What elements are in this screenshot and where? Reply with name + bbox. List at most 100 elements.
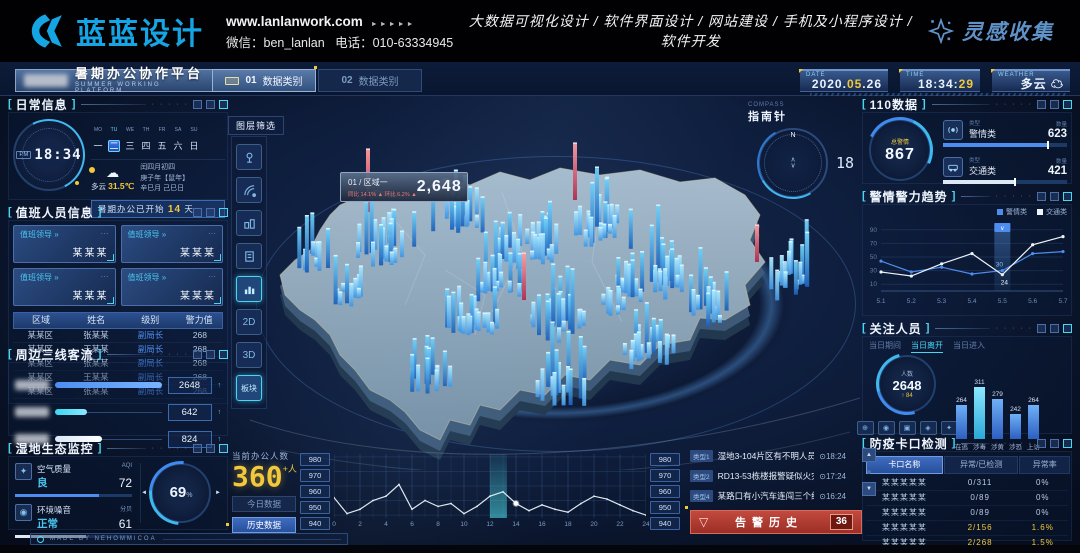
minimize-icon[interactable] <box>1037 439 1046 448</box>
gauge-unit: % <box>186 492 192 499</box>
expand-icon[interactable] <box>1063 324 1072 333</box>
expand-icon[interactable] <box>1063 100 1072 109</box>
weekday[interactable]: FR <box>155 118 169 136</box>
expand-icon[interactable] <box>219 100 228 109</box>
building-layer-icon[interactable] <box>236 210 262 236</box>
maximize-icon[interactable] <box>206 100 215 109</box>
type-count: 421 <box>1048 165 1067 177</box>
maximize-icon[interactable] <box>206 444 215 453</box>
minimize-icon[interactable] <box>193 444 202 453</box>
alert-history-banner[interactable]: ▽ 告警历史 36 <box>690 510 862 534</box>
mode-3d-button[interactable]: 3D <box>236 342 262 368</box>
weekday[interactable]: TH <box>139 118 153 136</box>
maximize-icon[interactable] <box>1050 324 1059 333</box>
maximize-icon[interactable] <box>1050 192 1059 201</box>
weekday[interactable]: 二 <box>107 136 121 154</box>
tab-data-category-2[interactable]: 02 数据类别 <box>318 69 422 92</box>
history-data-button[interactable]: 历史数据 <box>232 517 296 533</box>
minimize-icon[interactable] <box>193 208 202 217</box>
corner-mark <box>799 69 803 73</box>
lanlan-logo-icon <box>26 11 66 51</box>
expand-icon[interactable] <box>219 208 228 217</box>
location-icon[interactable]: ⊕ <box>857 421 874 435</box>
header-line <box>932 104 990 105</box>
chart-layer-icon[interactable] <box>236 276 262 302</box>
minimize-icon[interactable] <box>193 350 202 359</box>
maximize-icon[interactable] <box>206 350 215 359</box>
website-link[interactable]: www.lanlanwork.com <box>226 14 363 29</box>
compass-dial[interactable]: N ∧∨ <box>758 128 828 198</box>
weekday[interactable]: 六 <box>171 136 185 154</box>
weekday[interactable]: WE <box>123 118 137 136</box>
temperature: 31.5℃ <box>108 181 134 191</box>
scroll-thumb[interactable] <box>867 470 871 474</box>
scroll-down-icon[interactable]: ▼ <box>862 482 876 496</box>
passenger-bar <box>55 382 162 388</box>
panel-daily-info: [ 日常信息 ] · · · · · PM 18:34 MOTUWETHFRSA… <box>8 96 228 200</box>
expand-icon[interactable] <box>1063 192 1072 201</box>
alert-row[interactable]: 类型1湿地3-104片区有不明人员闯入⊙18:24 <box>690 448 846 464</box>
duty-leader-card: 值班领导 »···某某某 <box>13 225 116 263</box>
header-line <box>107 354 145 355</box>
duty-role: 值班领导 » <box>128 272 167 283</box>
alert-row[interactable]: 类型2RD13-53栋楼报警疑似火灾⊙17:24 <box>690 468 846 484</box>
focus-tab[interactable]: 当日离开 <box>911 340 943 353</box>
minimize-icon[interactable] <box>1037 100 1046 109</box>
weekday[interactable]: MO <box>91 118 105 136</box>
bar-value: 242 <box>1010 406 1021 413</box>
person-icon[interactable]: ◉ <box>878 421 895 435</box>
card-options-icon[interactable]: ··· <box>101 272 109 283</box>
scroll-up-icon[interactable]: ▲ <box>862 448 876 462</box>
alert-row[interactable]: 类型4某路口有小汽车连闯三个红灯⊙16:24 <box>690 488 846 504</box>
mode-2d-button[interactable]: 2D <box>236 309 262 335</box>
passenger-bars: 2648↑642↑824↑ <box>8 362 228 436</box>
weekday[interactable]: SU <box>187 118 201 136</box>
focus-tab[interactable]: 当日进入 <box>953 340 985 353</box>
minimize-icon[interactable] <box>1037 192 1046 201</box>
checkpoint-name-tab[interactable]: 卡口名称 <box>866 456 943 474</box>
weekday[interactable]: SA <box>171 118 185 136</box>
weekday[interactable]: 三 <box>123 136 137 154</box>
poi-layer-icon[interactable] <box>236 144 262 170</box>
weekday[interactable]: 五 <box>155 136 169 154</box>
expand-icon[interactable] <box>1063 439 1072 448</box>
weekday[interactable]: 一 <box>91 136 105 154</box>
doc-layer-icon[interactable] <box>236 243 262 269</box>
xaxis-tick: 20 <box>590 521 597 528</box>
weekday[interactable]: TU <box>107 118 121 136</box>
tab-data-category-1[interactable]: 01 数据类别 <box>212 69 316 92</box>
today-data-button[interactable]: 今日数据 <box>232 496 296 512</box>
alert-history-label: 告警历史 <box>716 514 822 530</box>
tooltip-yoy: 同比 14.1% ▲ <box>348 192 383 198</box>
alert-type-badge: 类型2 <box>690 470 713 482</box>
duty-cell: 张某某 <box>68 329 125 342</box>
focus-tab[interactable]: 当日期间 <box>869 340 901 353</box>
dots-decor: · · · · · <box>152 101 189 108</box>
case-icon[interactable]: ◈ <box>920 421 937 435</box>
expand-icon[interactable] <box>219 444 228 453</box>
noise-label: 环境噪音 <box>37 504 71 516</box>
office-xaxis: 024681012141618202224 <box>334 521 646 531</box>
card-options-icon[interactable]: ··· <box>208 272 216 283</box>
duty-name: 某某某 <box>128 244 217 259</box>
maximize-icon[interactable] <box>1050 439 1059 448</box>
card-options-icon[interactable]: ··· <box>101 229 109 240</box>
maximize-icon[interactable] <box>206 208 215 217</box>
analog-clock: PM 18:34 <box>13 119 85 191</box>
card-options-icon[interactable]: ··· <box>208 229 216 240</box>
minimize-icon[interactable] <box>193 100 202 109</box>
expand-icon[interactable] <box>219 350 228 359</box>
minimize-icon[interactable] <box>1037 324 1046 333</box>
maximize-icon[interactable] <box>1050 100 1059 109</box>
air-value: 72 <box>119 476 132 490</box>
svg-text:30: 30 <box>870 268 878 275</box>
inspiration-collect[interactable]: 灵感收集 <box>928 16 1054 46</box>
weekday[interactable]: 四 <box>139 136 153 154</box>
vehicle-icon[interactable]: ▣ <box>899 421 916 435</box>
alert-text: 某路口有小汽车连闯三个红灯 <box>718 490 815 502</box>
weekday[interactable]: 日 <box>187 136 201 154</box>
weather-text: 多云 <box>91 182 106 191</box>
alert-text: 湿地3-104片区有不明人员闯入 <box>718 450 815 462</box>
mode-block-button[interactable]: 板块 <box>236 375 262 401</box>
radar-layer-icon[interactable] <box>236 177 262 203</box>
